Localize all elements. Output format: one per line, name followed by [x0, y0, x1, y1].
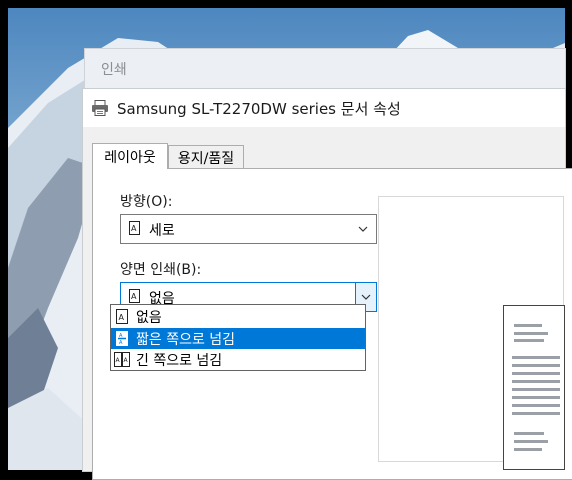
portrait-page-icon: A: [129, 221, 140, 235]
portrait-page-icon: A: [116, 309, 128, 324]
duplex-option-label: 없음: [136, 310, 162, 326]
print-window-title: 인쇄: [101, 62, 127, 78]
duplex-option-none[interactable]: A 없음: [111, 306, 365, 327]
printer-icon: [92, 100, 108, 116]
duplex-option-label: 짧은 쪽으로 넘김: [136, 332, 236, 348]
orientation-label: 방향(O):: [120, 194, 173, 210]
svg-text:A: A: [119, 340, 123, 346]
orientation-value: 세로: [149, 223, 175, 239]
preview-page: [503, 305, 565, 470]
chevron-down-icon: [361, 294, 371, 300]
svg-text:A: A: [131, 224, 137, 233]
duplex-options-list: A 없음 A A 짧은 쪽으로 넘김 A A 긴 쪽으로 넘김: [110, 304, 366, 371]
duplex-long-edge-icon: A A: [114, 352, 130, 367]
title-bar[interactable]: Samsung SL-T2270DW series 문서 속성: [83, 89, 565, 127]
svg-text:A: A: [119, 333, 123, 339]
duplex-option-short-edge[interactable]: A A 짧은 쪽으로 넘김: [111, 328, 365, 349]
tab-paper-quality[interactable]: 용지/품질: [168, 145, 244, 169]
portrait-page-icon: A: [129, 289, 140, 303]
duplex-label: 양면 인쇄(B):: [120, 262, 202, 278]
svg-text:A: A: [119, 313, 125, 322]
svg-text:A: A: [131, 292, 137, 301]
orientation-select[interactable]: A 세로: [120, 214, 377, 244]
duplex-option-label: 긴 쪽으로 넘김: [136, 353, 223, 369]
chevron-down-icon: [358, 226, 368, 232]
tab-layout[interactable]: 레이아웃: [92, 143, 168, 169]
duplex-option-long-edge[interactable]: A A 긴 쪽으로 넘김: [111, 349, 365, 370]
duplex-short-edge-icon: A A: [116, 331, 128, 346]
dialog-title: Samsung SL-T2270DW series 문서 속성: [117, 100, 401, 118]
